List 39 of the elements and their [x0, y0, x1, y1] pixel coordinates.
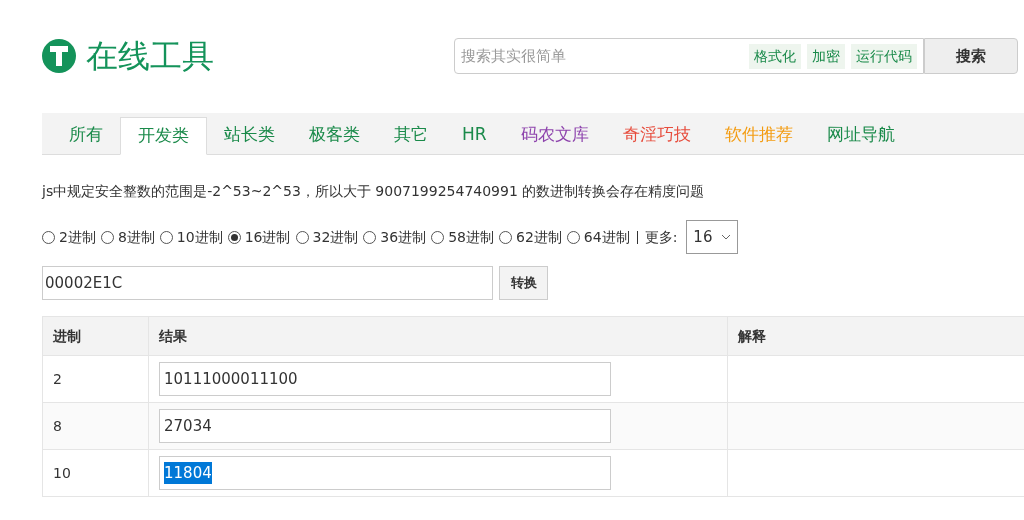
number-input[interactable]: 00002E1C — [42, 266, 493, 300]
precision-notice: js中规定安全整数的范围是-2^53~2^53，所以大于 9007199254740991 的数进制转换会存在精度问题 — [42, 182, 706, 201]
result-field[interactable]: 10111000011100 — [159, 362, 611, 396]
base-radio[interactable]: 64进制 — [566, 226, 630, 248]
quick-tag[interactable]: 格式化 — [749, 43, 801, 69]
quick-tag[interactable]: 加密 — [807, 43, 845, 69]
base-radio[interactable]: 8进制 — [100, 226, 155, 248]
convert-button[interactable]: 转换 — [499, 266, 548, 300]
result-field[interactable]: 11804 — [159, 456, 611, 490]
search-button[interactable]: 搜索 — [924, 38, 1018, 74]
chevron-down-icon — [721, 234, 732, 240]
table-cell: 8 — [43, 403, 149, 449]
category-tab[interactable]: 极客类 — [292, 116, 377, 154]
base-radio[interactable]: 16进制 — [227, 226, 291, 248]
category-tab[interactable]: 站长类 — [207, 116, 292, 154]
category-tab[interactable]: HR — [445, 116, 504, 154]
base-radio[interactable]: 2进制 — [42, 226, 96, 248]
result-field[interactable]: 27034 — [159, 409, 611, 443]
search-field[interactable]: 搜索其实很简单 格式化 加密 运行代码 — [454, 38, 924, 74]
category-tab[interactable]: 码农文库 — [503, 116, 606, 154]
column-header: 进制 — [43, 317, 149, 355]
base-radio[interactable]: 58进制 — [431, 226, 494, 248]
category-tab[interactable]: 网址导航 — [809, 116, 912, 154]
column-header: 解释 — [728, 317, 1024, 355]
base-radio[interactable]: 10进制 — [159, 226, 223, 248]
logo-icon — [42, 39, 76, 73]
category-tab[interactable]: 开发类 — [120, 117, 207, 155]
more-label: 更多: — [644, 227, 678, 247]
category-tab[interactable]: 所有 — [52, 116, 120, 154]
quick-tag[interactable]: 运行代码 — [851, 43, 917, 69]
category-tab[interactable]: 其它 — [377, 116, 445, 154]
base-radio[interactable]: 36进制 — [363, 226, 427, 248]
table-cell: 10 — [43, 450, 149, 496]
base-select[interactable]: 16 — [686, 220, 739, 254]
category-tab[interactable]: 奇淫巧技 — [605, 116, 708, 154]
base-radio[interactable]: 62进制 — [499, 226, 562, 248]
base-radio[interactable]: 32进制 — [295, 226, 359, 248]
column-header: 结果 — [149, 317, 728, 355]
site-title: 在线工具 — [86, 36, 214, 77]
